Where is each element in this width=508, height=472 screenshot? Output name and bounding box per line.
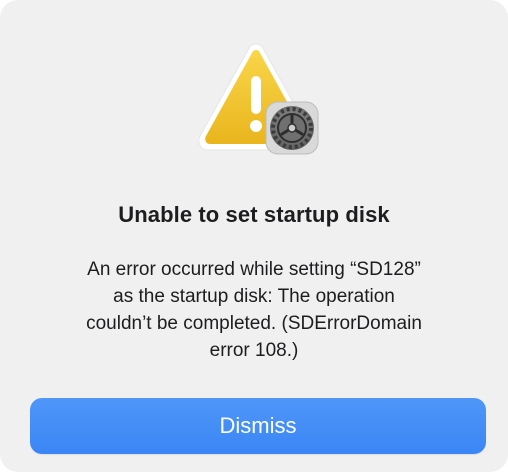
alert-dialog: Unable to set startup disk An error occu… — [0, 0, 508, 472]
dismiss-button[interactable]: Dismiss — [30, 398, 486, 454]
alert-message-line: as the startup disk: The operation — [113, 286, 395, 307]
alert-message: An error occurred while setting “SD128” … — [40, 256, 468, 364]
alert-title: Unable to set startup disk — [118, 202, 390, 227]
system-preferences-gear-icon — [265, 101, 319, 155]
warning-triangle-icon — [198, 43, 319, 155]
alert-message-line: couldn’t be completed. (SDErrorDomain — [86, 313, 422, 334]
alert-message-line: An error occurred while setting “SD128” — [87, 259, 421, 280]
alert-message-line: error 108.) — [209, 340, 299, 361]
alert-icon — [196, 40, 320, 160]
